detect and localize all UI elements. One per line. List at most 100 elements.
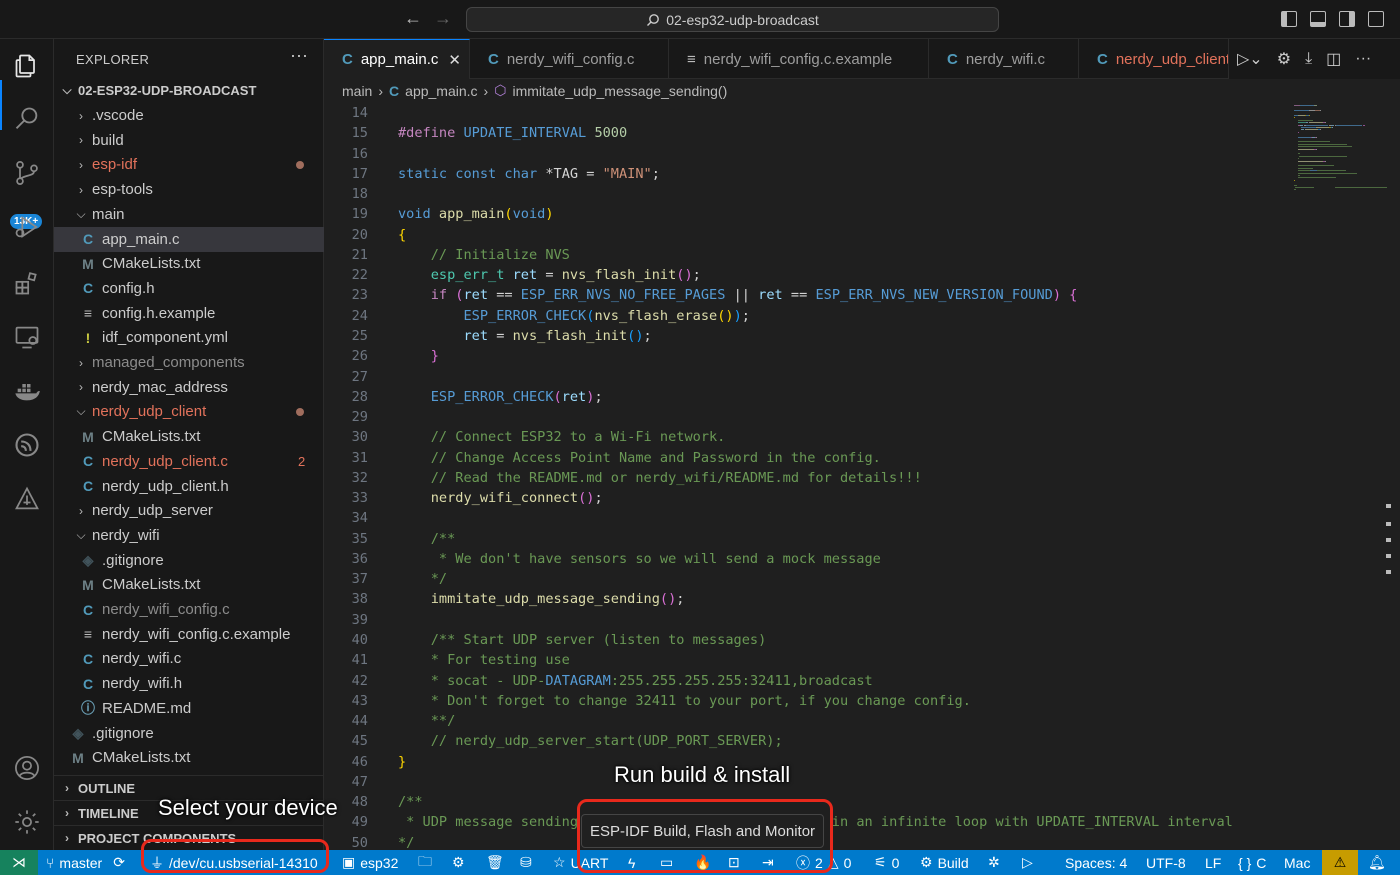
folder-item[interactable]: ⌵ nerdy_wifi (54, 523, 324, 548)
folder-item[interactable]: › esp-idf (54, 152, 324, 177)
customize-layout-icon[interactable] (1368, 11, 1384, 27)
file-item[interactable]: ⓘ README.md (54, 696, 324, 721)
folder-item[interactable]: › managed_components (54, 350, 324, 375)
file-item[interactable]: M CMakeLists.txt (54, 572, 324, 597)
tree-item-label: idf_component.yml (102, 329, 228, 347)
file-item[interactable]: ◈ .gitignore (54, 548, 324, 573)
tab-nerdy-udp-client[interactable]: C nerdy_udp_client (1079, 39, 1229, 79)
folder-item[interactable]: › nerdy_mac_address (54, 375, 324, 400)
file-item[interactable]: M CMakeLists.txt (54, 424, 324, 449)
command-center-search[interactable]: 02-esp32-udp-broadcast (466, 7, 999, 32)
chevron-right-icon: › (79, 503, 83, 518)
more-actions-icon[interactable]: ··· (290, 45, 308, 66)
minimap-stroke (1301, 129, 1304, 131)
sdkconfig-gear-icon[interactable]: ⚙ (452, 850, 465, 875)
file-item[interactable]: ≡ config.h.example (54, 301, 324, 326)
code-line: 44 **/ (324, 711, 1290, 731)
code-line: 43 * Don't forget to change 32411 to you… (324, 691, 1290, 711)
trash-icon[interactable]: 🗑 (486, 850, 504, 875)
minimap[interactable] (1290, 103, 1387, 243)
breadcrumb-folder[interactable]: main (342, 83, 372, 99)
file-item[interactable]: ≡ nerdy_wifi_config.c.example (54, 622, 324, 647)
run-play-icon[interactable]: ▷ (1022, 850, 1033, 875)
folder-item[interactable]: › build (54, 128, 324, 153)
docker-icon[interactable] (11, 375, 43, 407)
minimap-stroke (1320, 129, 1322, 131)
file-item[interactable]: M CMakeLists.txt (54, 251, 324, 276)
source-control-icon[interactable] (11, 157, 43, 189)
breadcrumb-file[interactable]: app_main.c (405, 83, 477, 99)
eol-selector[interactable]: LF (1205, 850, 1221, 875)
folder-item[interactable]: › nerdy_udp_server (54, 498, 324, 523)
file-item[interactable]: ! idf_component.yml (54, 325, 324, 350)
workspace-root[interactable]: ⌵ 02-ESP32-UDP-BROADCAST (54, 78, 324, 103)
code-token: ) (545, 206, 554, 223)
esp-idf-explorer-icon[interactable] (11, 483, 43, 515)
notifications-bell-icon[interactable]: 🔔︎ (1368, 850, 1386, 875)
database-icon[interactable]: ⛁ (520, 850, 532, 875)
chip-icon: ▣ (342, 854, 356, 870)
encoding-selector[interactable]: UTF-8 (1146, 850, 1186, 875)
branch-indicator[interactable]: ⑂ master ⟳ (46, 850, 125, 875)
file-item[interactable]: M CMakeLists.txt (54, 745, 324, 770)
tab-nerdy-wifi-config-example[interactable]: ≡ nerdy_wifi_config.c.example (669, 39, 929, 79)
settings-gear-icon[interactable]: ⚙ (1277, 49, 1291, 69)
file-item[interactable]: Capp_main.c (54, 226, 324, 252)
forward-arrow-icon[interactable]: → (434, 8, 452, 29)
folder-icon[interactable]: 🗀 (418, 850, 432, 875)
tab-nerdy-wifi-c[interactable]: C nerdy_wifi.c (929, 39, 1079, 79)
code-token: // Read the README.md or nerdy_wifi/READ… (398, 469, 922, 486)
toggle-primary-sidebar-icon[interactable] (1281, 11, 1297, 27)
warning-triangle-icon[interactable]: ⚠ (1322, 850, 1358, 875)
minimap-stroke (1297, 115, 1305, 116)
file-item[interactable]: Cconfig.h (54, 276, 324, 301)
language-selector[interactable]: { } C (1238, 850, 1266, 875)
split-editor-icon[interactable]: ◫ (1326, 49, 1341, 69)
more-actions-icon[interactable]: ··· (1355, 50, 1371, 68)
code-editor[interactable]: 14 15 #define UPDATE_INTERVAL 5000 16 17 stat… (324, 103, 1290, 850)
file-item[interactable]: Cnerdy_wifi.h (54, 671, 324, 696)
manage-gear-icon[interactable] (11, 806, 43, 838)
run-icon[interactable]: ▷⌄ (1237, 49, 1263, 69)
toggle-secondary-sidebar-icon[interactable] (1339, 11, 1355, 27)
accounts-icon[interactable] (11, 752, 43, 784)
code-token: app_main (438, 206, 505, 223)
file-item[interactable]: Cnerdy_udp_client.h (54, 474, 324, 499)
folder-item[interactable]: › .vscode (54, 103, 324, 128)
ports-indicator[interactable]: ⚟ 0 (874, 850, 899, 875)
tab-nerdy-wifi-config-c[interactable]: C nerdy_wifi_config.c (470, 39, 669, 79)
file-item[interactable]: Cnerdy_wifi_config.c (54, 597, 324, 622)
extensions-icon[interactable] (11, 267, 43, 299)
file-item[interactable]: Cnerdy_udp_client.c 2 (54, 449, 324, 474)
platform-label[interactable]: Mac (1284, 850, 1310, 875)
espressif-icon[interactable] (11, 429, 43, 461)
chevron-right-icon: › (79, 157, 83, 172)
line-number: 22 (351, 267, 368, 284)
folder-item[interactable]: › esp-tools (54, 177, 324, 202)
close-icon[interactable]: ✕ (448, 51, 461, 69)
debug-bug-icon[interactable]: ✲ (988, 850, 1000, 875)
file-item[interactable]: ◈ .gitignore (54, 721, 324, 746)
sync-icon[interactable]: ⟳ (113, 854, 125, 871)
search-icon[interactable] (11, 103, 43, 135)
file-item[interactable]: Cnerdy_wifi.c (54, 646, 324, 671)
run-debug-icon[interactable] (11, 211, 43, 243)
breadcrumb-symbol[interactable]: immitate_udp_message_sending() (512, 83, 727, 99)
minimap-stroke (1300, 105, 1314, 107)
cmake-icon: M (82, 428, 94, 445)
folder-item[interactable]: ⌵ nerdy_udp_client (54, 399, 324, 424)
tab-app-main-c[interactable]: C app_main.c ✕ (324, 39, 470, 79)
target-selector[interactable]: ▣ esp32 (342, 850, 398, 875)
remote-indicator-icon[interactable]: ⋊ (0, 850, 38, 875)
flash-download-icon[interactable]: ⤓ (1305, 50, 1312, 68)
remote-explorer-icon[interactable] (11, 321, 43, 353)
line-number: 34 (351, 510, 368, 527)
build-button[interactable]: ⚙ Build (920, 850, 969, 875)
explorer-icon[interactable] (11, 50, 43, 82)
folder-item[interactable]: ⌵ main (54, 202, 324, 227)
indentation-selector[interactable]: Spaces: 4 (1065, 850, 1127, 875)
gear-icon: ⚙ (920, 854, 933, 870)
toggle-panel-icon[interactable] (1310, 11, 1326, 27)
back-arrow-icon[interactable]: ← (404, 8, 422, 29)
c-file-icon: C (342, 51, 353, 68)
